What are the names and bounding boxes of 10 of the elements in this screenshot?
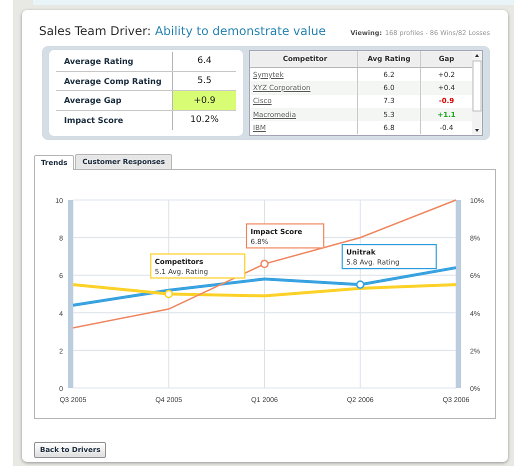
scrollbar[interactable] xyxy=(472,51,482,135)
stat-value: 5.5 xyxy=(196,75,213,88)
driver-name: Ability to demonstrate value xyxy=(155,24,326,38)
stat-label: Impact Score xyxy=(56,111,173,130)
stat-value: +0.9 xyxy=(173,91,236,110)
stat-label: Average Rating xyxy=(56,52,173,71)
stat-label: Average Comp Rating xyxy=(56,72,173,90)
stat-value: 10.2% xyxy=(189,114,220,128)
stat-value: 6.4 xyxy=(196,55,213,68)
page-title: Sales Team Driver: xyxy=(39,24,152,38)
